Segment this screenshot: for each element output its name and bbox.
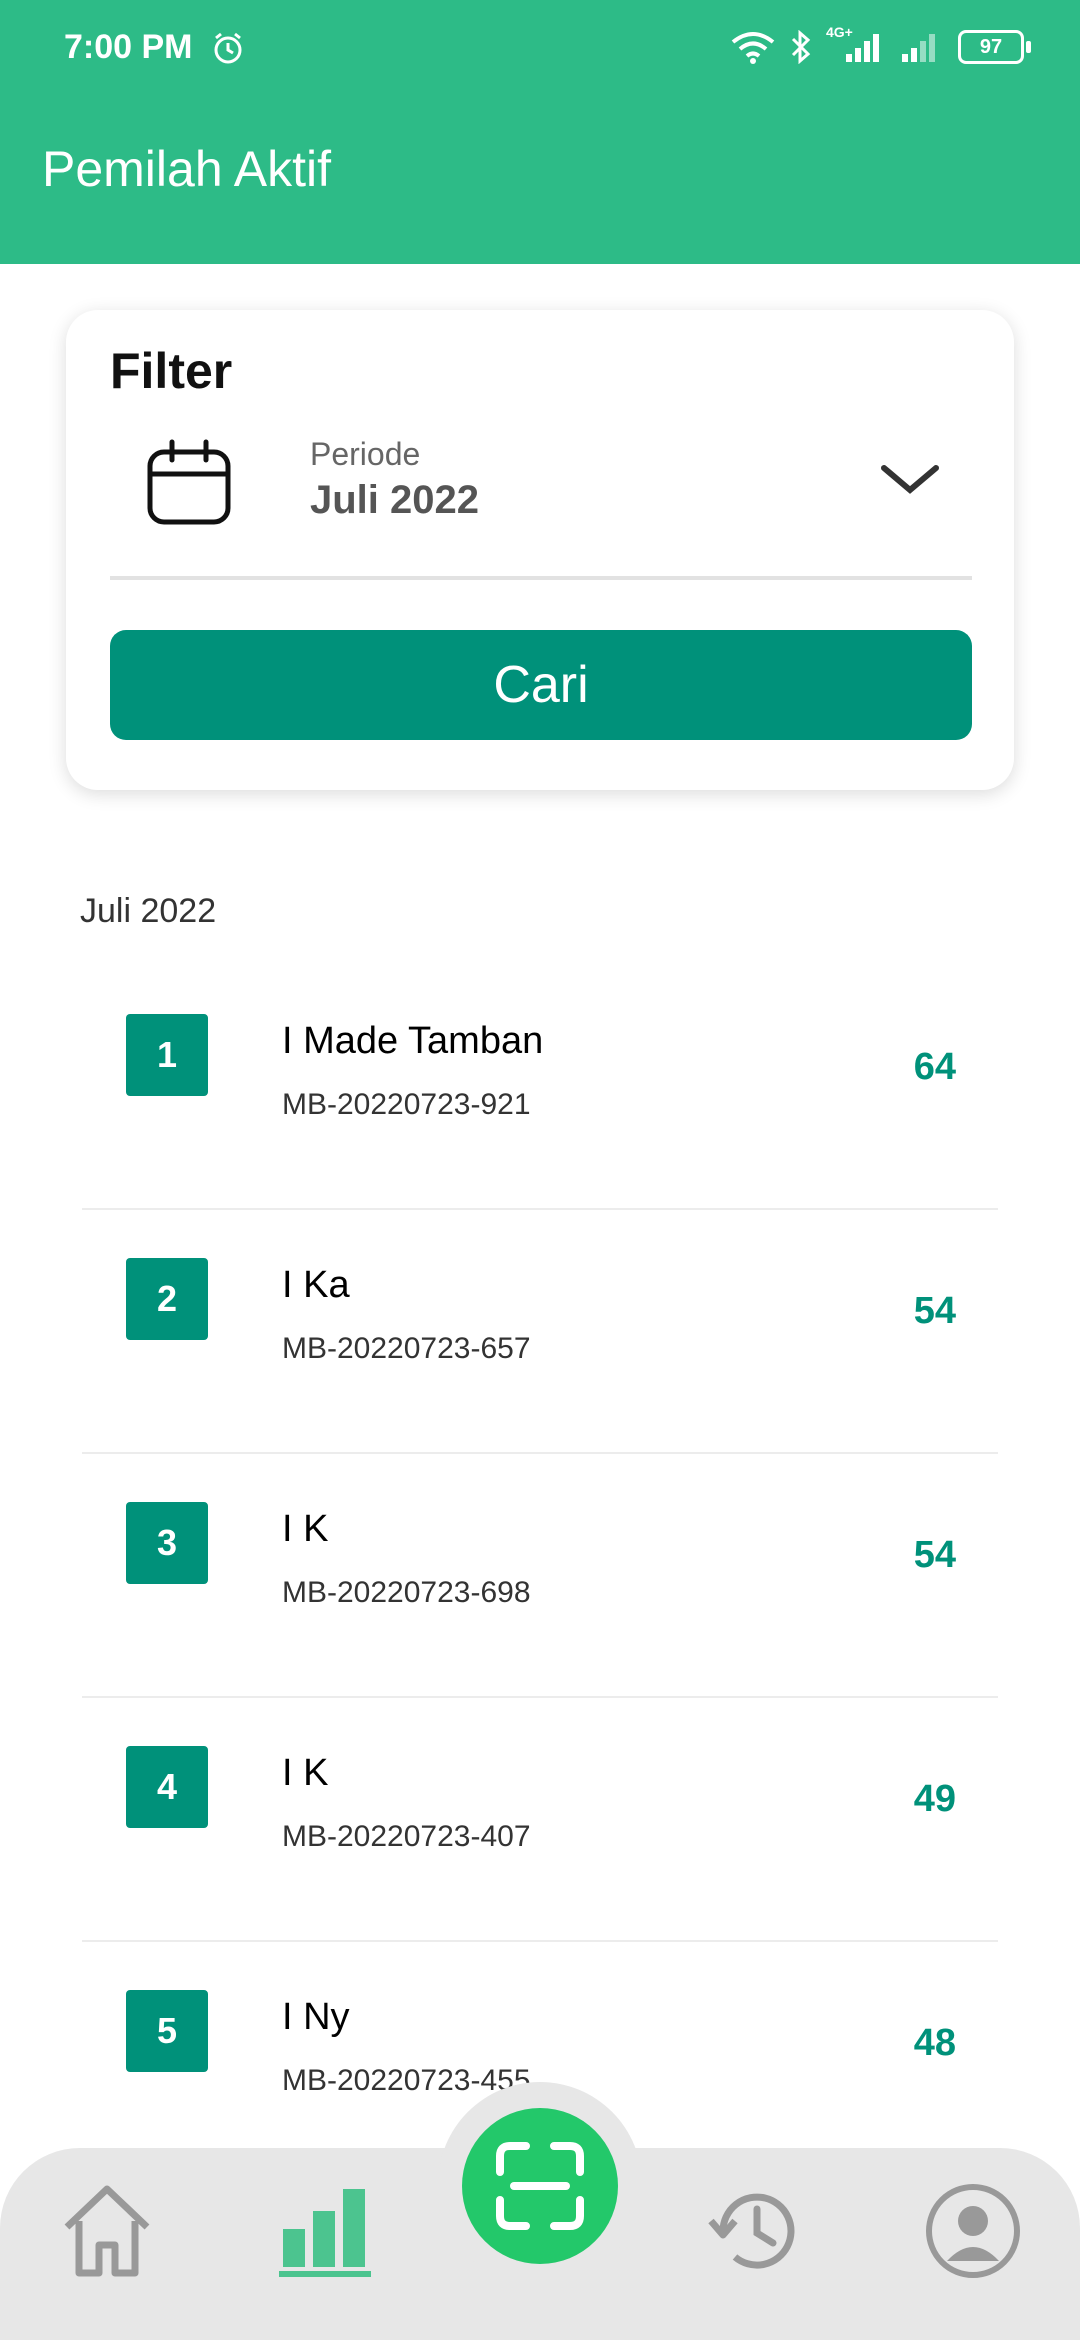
status-time: 7:00 PM bbox=[64, 28, 193, 66]
filter-title: Filter bbox=[110, 343, 233, 399]
profile-icon bbox=[926, 2184, 1020, 2278]
signal-icon-2 bbox=[902, 34, 935, 62]
home-icon bbox=[64, 2185, 150, 2277]
participant-name: I Ka bbox=[282, 1264, 350, 1306]
rank-badge: 4 bbox=[126, 1746, 208, 1828]
history-icon bbox=[708, 2193, 795, 2269]
participant-code: MB-20220723-921 bbox=[282, 1088, 531, 1121]
nav-profile[interactable] bbox=[918, 2176, 1028, 2286]
participant-score: 54 bbox=[913, 1290, 956, 1332]
alarm-icon bbox=[214, 32, 242, 64]
battery-level: 97 bbox=[979, 35, 1003, 58]
list-item[interactable]: 1 I Made Tamban MB-20220723-921 64 bbox=[82, 966, 998, 1210]
period-select[interactable]: Juli 2022 bbox=[310, 478, 479, 523]
calendar-icon[interactable] bbox=[144, 438, 234, 528]
nav-leaderboard[interactable] bbox=[270, 2176, 380, 2286]
scan-button[interactable] bbox=[462, 2108, 618, 2264]
ranking-list: 1 I Made Tamban MB-20220723-921 64 2 I K… bbox=[82, 966, 998, 2184]
participant-code: MB-20220723-698 bbox=[282, 1576, 531, 1609]
rank-badge: 2 bbox=[126, 1258, 208, 1340]
period-underline bbox=[110, 576, 972, 580]
signal-icon: 4G+ bbox=[826, 24, 886, 64]
participant-code: MB-20220723-407 bbox=[282, 1820, 531, 1853]
participant-name: I Made Tamban bbox=[282, 1020, 544, 1062]
section-title: Juli 2022 bbox=[80, 892, 217, 930]
list-item[interactable]: 4 I K MB-20220723-407 49 bbox=[82, 1698, 998, 1942]
list-item[interactable]: 2 I Ka MB-20220723-657 54 bbox=[82, 1210, 998, 1454]
battery-icon: 97 bbox=[958, 30, 1031, 64]
participant-score: 49 bbox=[913, 1778, 956, 1820]
participant-code: MB-20220723-657 bbox=[282, 1332, 531, 1365]
nav-history[interactable] bbox=[700, 2176, 810, 2286]
period-caption: Periode bbox=[310, 436, 421, 472]
status-bar: 7:00 PM 4G+ 97 bbox=[0, 0, 1080, 100]
rank-badge: 1 bbox=[126, 1014, 208, 1096]
search-button[interactable]: Cari bbox=[110, 630, 972, 740]
list-item[interactable]: 3 I K MB-20220723-698 54 bbox=[82, 1454, 998, 1698]
leaderboard-icon bbox=[279, 2189, 371, 2277]
participant-name: I K bbox=[282, 1752, 329, 1794]
participant-score: 48 bbox=[913, 2022, 956, 2064]
participant-score: 64 bbox=[913, 1046, 956, 1088]
wifi-icon bbox=[731, 32, 775, 64]
chevron-down-icon[interactable] bbox=[878, 460, 942, 500]
rank-badge: 3 bbox=[126, 1502, 208, 1584]
filter-card: Filter Periode Juli 2022 Cari bbox=[66, 310, 1014, 790]
page-title: Pemilah Aktif bbox=[42, 141, 332, 197]
rank-badge: 5 bbox=[126, 1990, 208, 2072]
scan-icon bbox=[496, 2142, 584, 2230]
participant-score: 54 bbox=[913, 1534, 956, 1576]
bluetooth-icon bbox=[791, 30, 811, 64]
status-icons: 4G+ 97 bbox=[730, 24, 1031, 64]
participant-name: I K bbox=[282, 1508, 329, 1550]
participant-name: I Ny bbox=[282, 1996, 350, 2038]
nav-home[interactable] bbox=[52, 2176, 162, 2286]
